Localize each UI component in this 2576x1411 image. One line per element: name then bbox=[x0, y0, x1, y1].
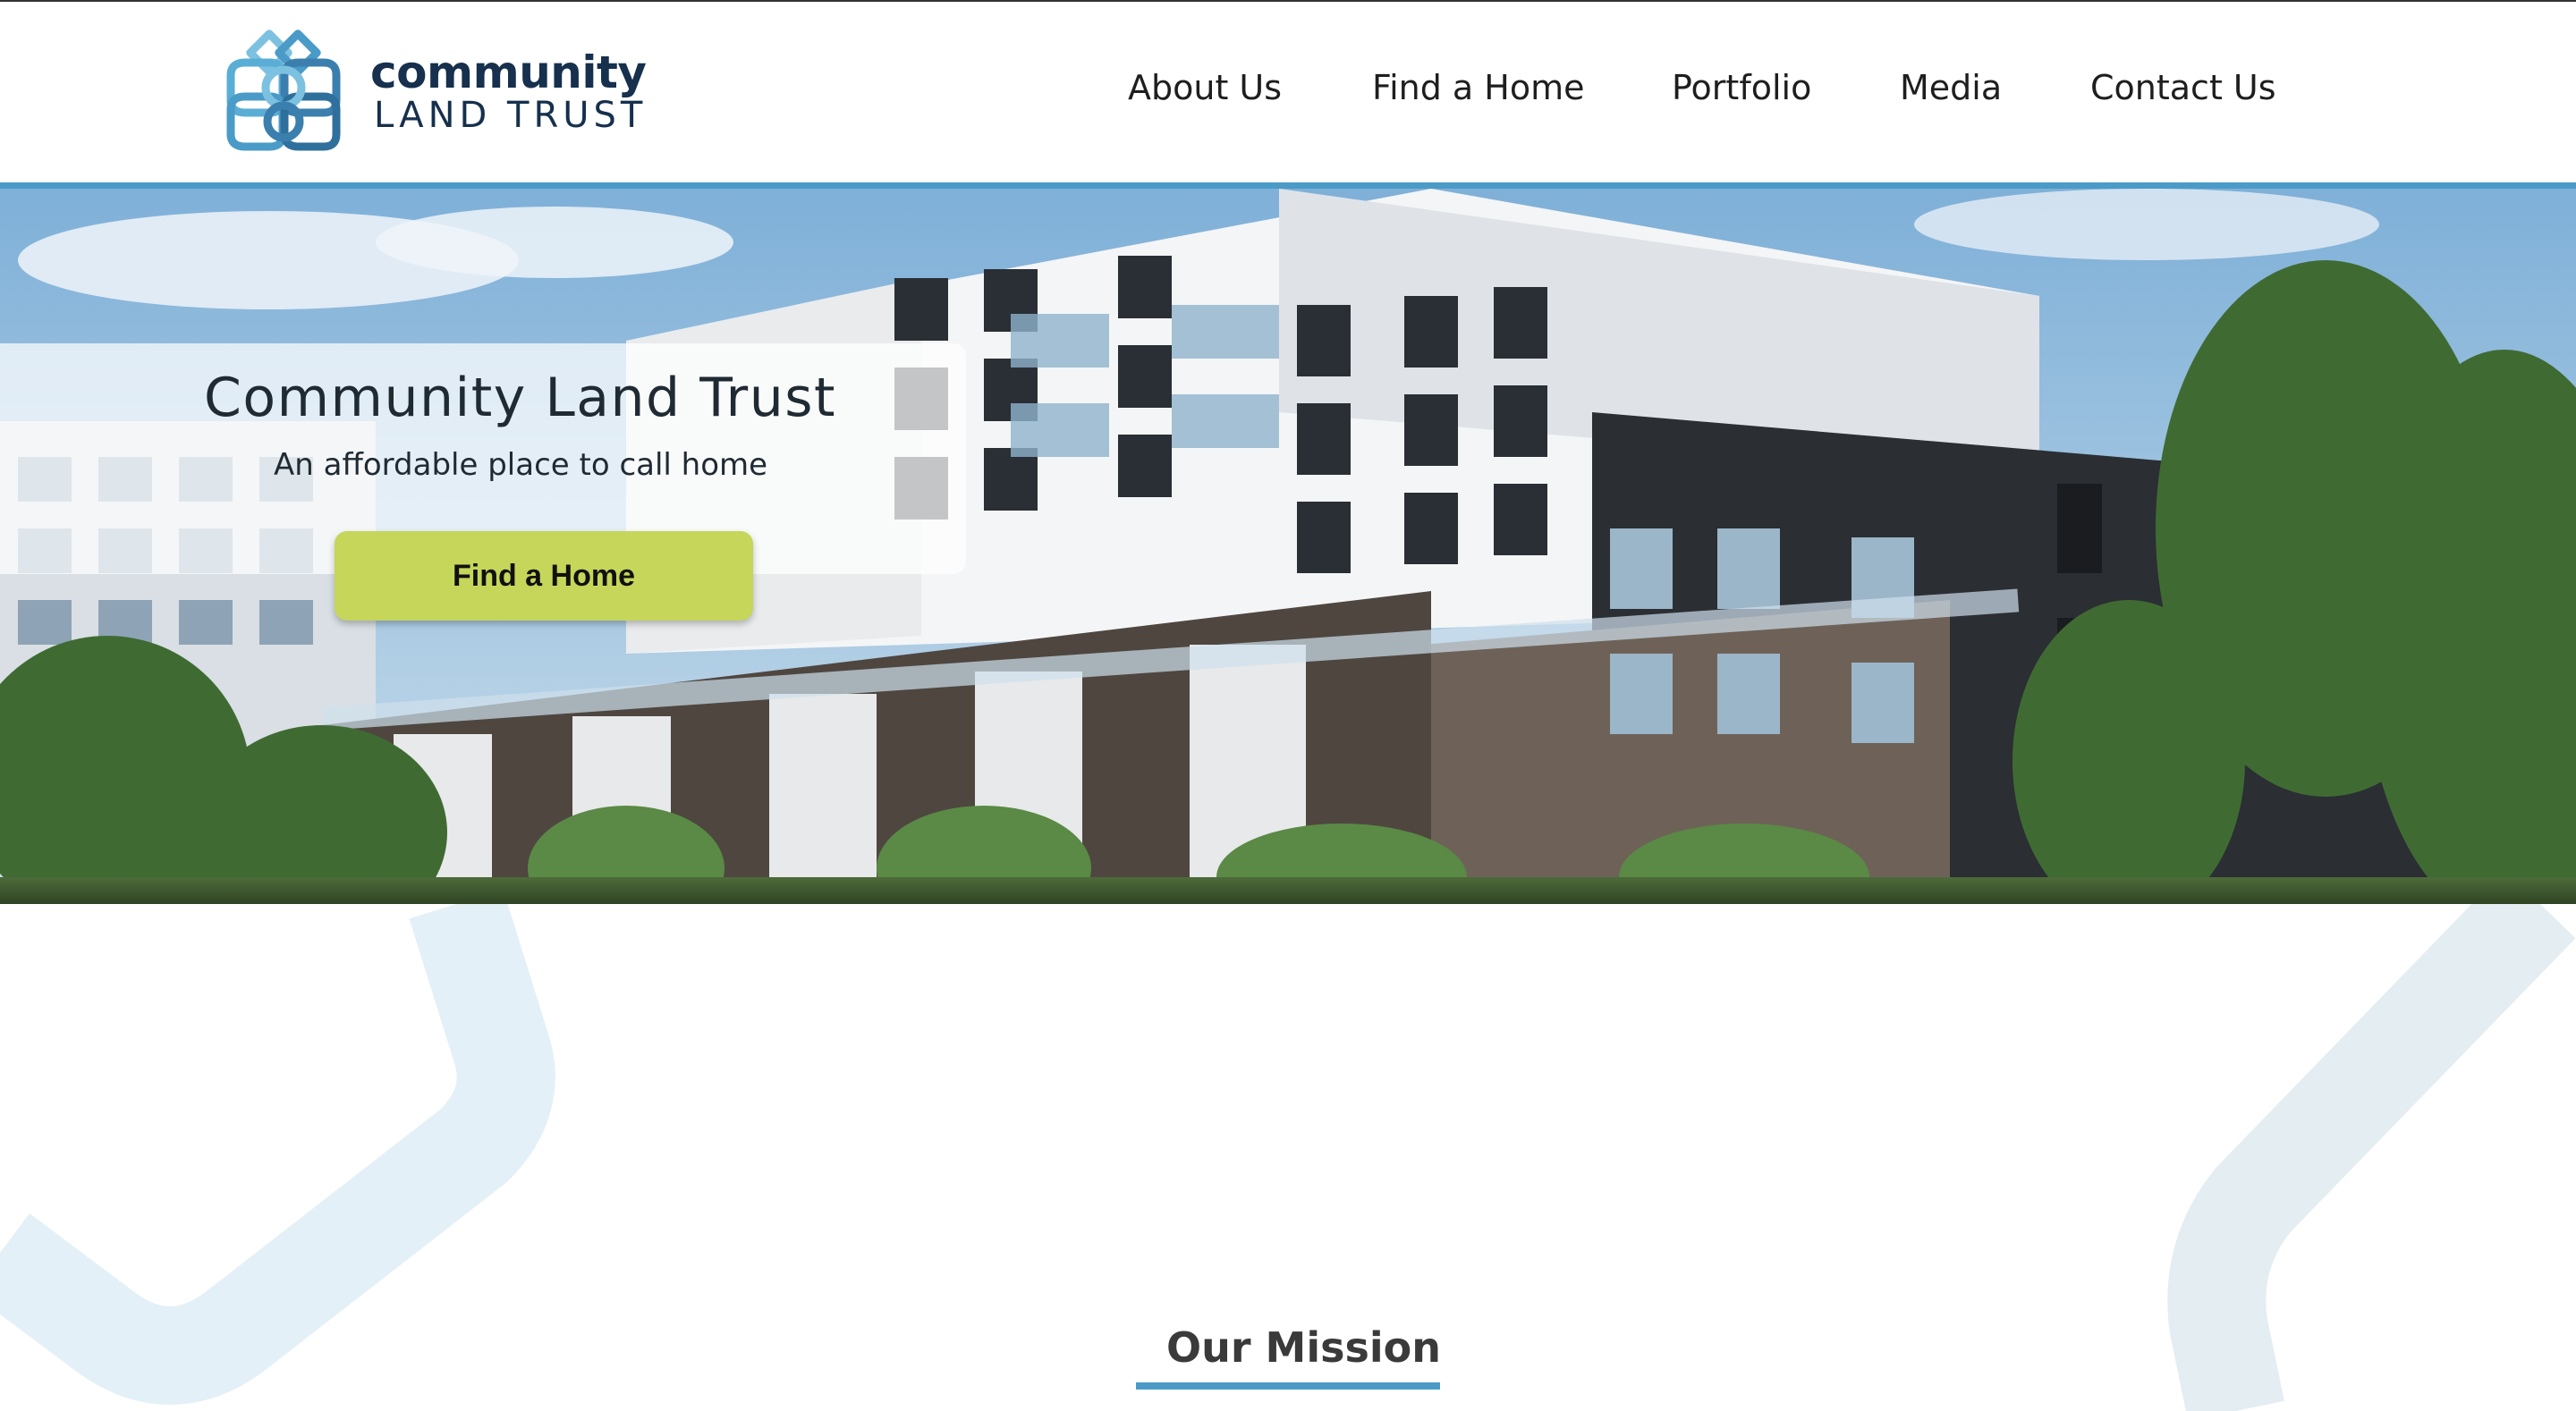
nav-about-us[interactable]: About Us bbox=[1128, 68, 1282, 107]
find-a-home-button[interactable]: Find a Home bbox=[335, 531, 753, 621]
nav-portfolio[interactable]: Portfolio bbox=[1672, 68, 1811, 107]
hero-title: Community Land Trust bbox=[204, 367, 837, 429]
mission-underline bbox=[1136, 1382, 1440, 1390]
nav-contact-us[interactable]: Contact Us bbox=[2090, 68, 2276, 107]
site-header: community LAND TRUST About Us Find a Hom… bbox=[0, 2, 2576, 182]
header-accent-bar bbox=[0, 182, 2576, 189]
hero-subtitle: An affordable place to call home bbox=[274, 447, 768, 483]
mission-heading: Our Mission bbox=[1166, 1323, 1441, 1372]
main-nav: About Us Find a Home Portfolio Media Con… bbox=[0, 68, 2576, 122]
nav-media[interactable]: Media bbox=[1900, 68, 2002, 107]
nav-find-a-home[interactable]: Find a Home bbox=[1372, 68, 1585, 107]
